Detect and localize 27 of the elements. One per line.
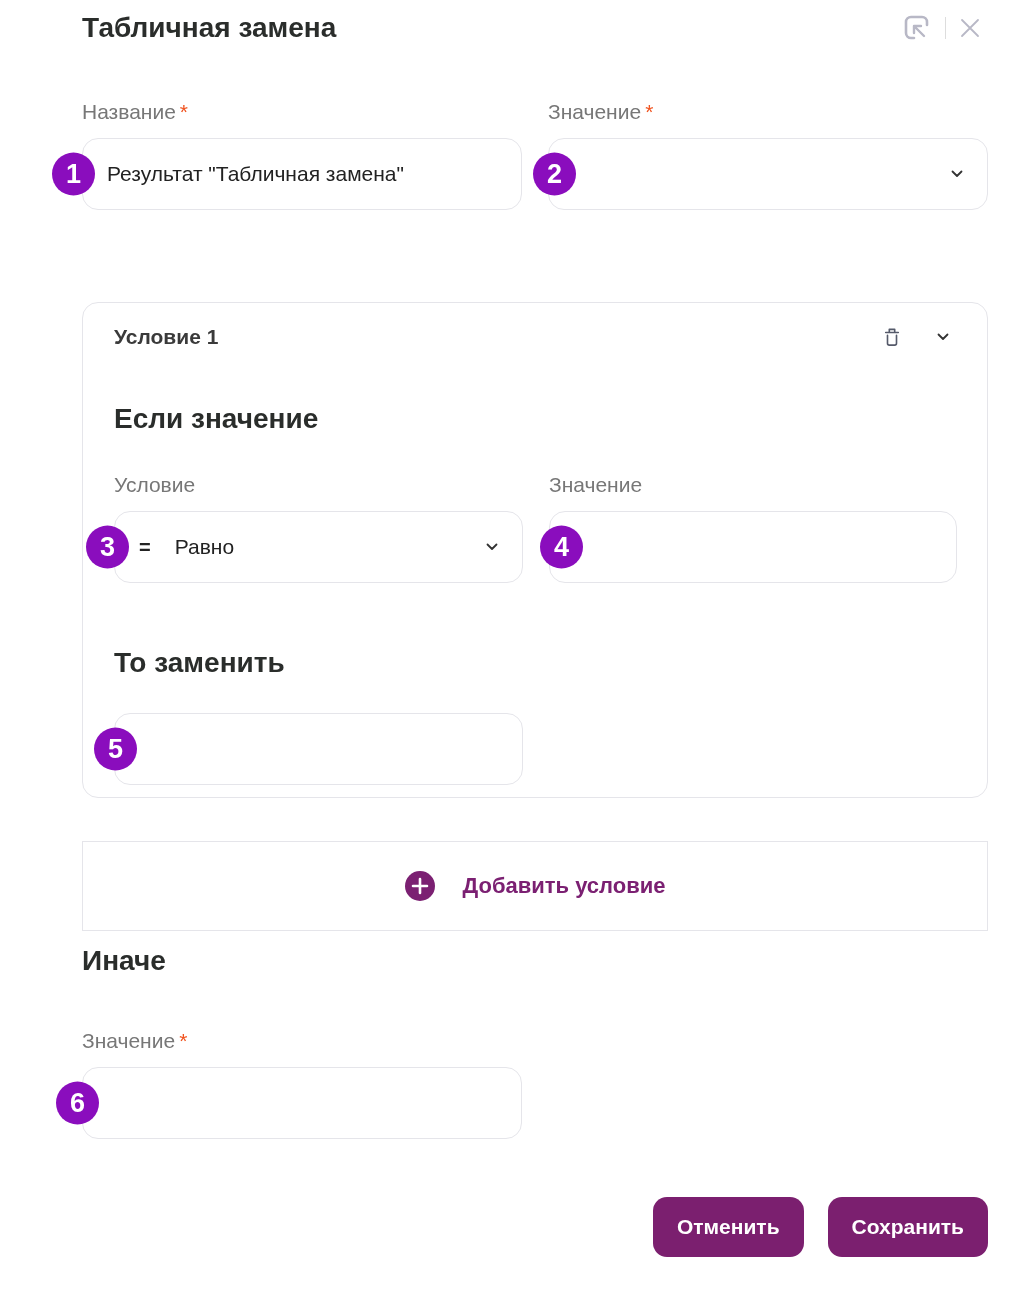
field-label: Значение bbox=[548, 100, 642, 124]
dialog-title: Табличная замена bbox=[82, 12, 337, 44]
plus-icon bbox=[404, 871, 435, 901]
select-field[interactable] bbox=[548, 138, 988, 210]
field-label: Значение bbox=[82, 1029, 176, 1053]
input-field[interactable] bbox=[549, 511, 957, 583]
section-heading: Если значение bbox=[114, 403, 320, 435]
required-mark: * bbox=[179, 1029, 188, 1053]
field-label: Условие bbox=[114, 473, 196, 497]
field-label: Значение bbox=[549, 473, 643, 497]
chevron-down-icon bbox=[951, 170, 963, 178]
section-heading: То заменить bbox=[114, 647, 286, 679]
required-mark: * bbox=[179, 100, 189, 124]
trash-icon[interactable] bbox=[883, 326, 901, 348]
input-field[interactable] bbox=[82, 1067, 522, 1139]
chevron-down-icon bbox=[937, 333, 949, 341]
chevron-down-icon bbox=[486, 543, 498, 551]
required-mark: * bbox=[645, 100, 654, 124]
input-field[interactable]: Результат "Табличная замена" bbox=[82, 138, 522, 210]
select-field[interactable]: = Равно bbox=[114, 511, 523, 583]
cancel-button[interactable]: Отменить bbox=[652, 1197, 804, 1257]
section-heading: Иначе bbox=[82, 945, 167, 977]
add-condition-button[interactable]: Добавить условие bbox=[82, 841, 988, 931]
number-badge: 1 bbox=[52, 152, 95, 196]
field-label: Название bbox=[82, 100, 176, 124]
save-button[interactable]: Сохранить bbox=[827, 1197, 988, 1257]
condition-title: Условие 1 bbox=[114, 325, 219, 349]
